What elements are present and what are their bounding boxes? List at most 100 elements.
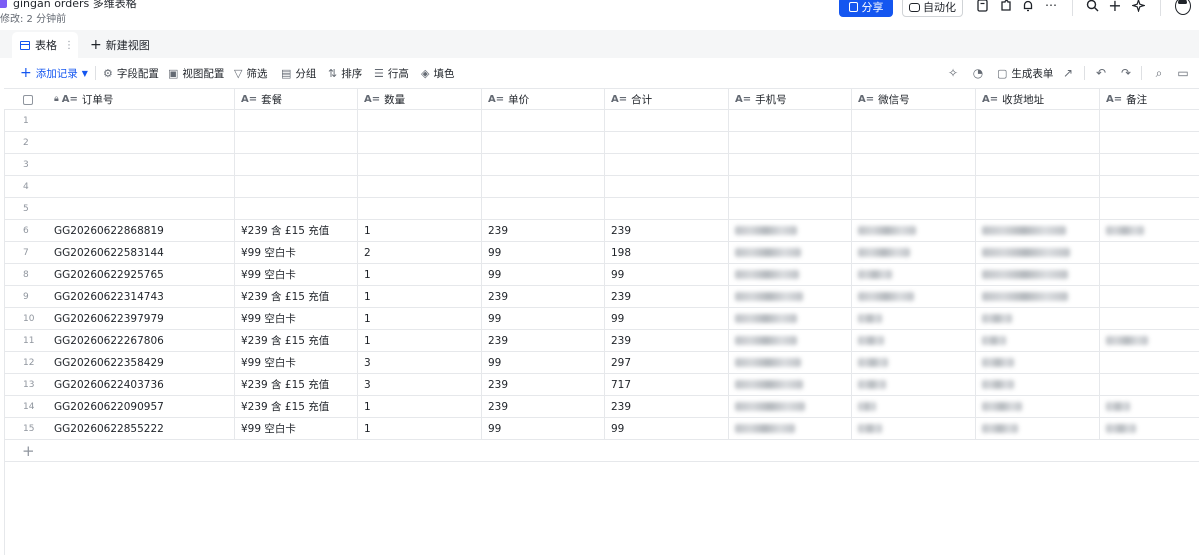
cell-total[interactable]	[605, 154, 729, 175]
cell-wechat[interactable]	[852, 286, 976, 307]
cell-phone[interactable]	[729, 132, 852, 153]
add-icon[interactable]: +	[1108, 0, 1122, 15]
cell-address[interactable]	[976, 242, 1100, 263]
comment-icon[interactable]: ▭	[1176, 66, 1190, 80]
cell-order[interactable]: GG20260622267806	[48, 330, 235, 351]
new-view-button[interactable]: + 新建视图	[90, 37, 150, 53]
cell-total[interactable]: 99	[605, 418, 729, 439]
search-icon[interactable]	[1085, 0, 1099, 12]
cell-order[interactable]: GG20260622397979	[48, 308, 235, 329]
cell-address[interactable]	[976, 286, 1100, 307]
table-row[interactable]: 9 GG20260622314743 ¥239 含 £15 充值 1 239 239	[4, 286, 1199, 308]
table-row[interactable]: 12 GG20260622358429 ¥99 空白卡 3 99 297	[4, 352, 1199, 374]
cell-notes[interactable]	[1100, 396, 1199, 417]
table-row[interactable]: 14 GG20260622090957 ¥239 含 £15 充值 1 239 239	[4, 396, 1199, 418]
cell-address[interactable]	[976, 352, 1100, 373]
cell-total[interactable]	[605, 198, 729, 219]
cell-total[interactable]: 239	[605, 396, 729, 417]
cell-phone[interactable]	[729, 418, 852, 439]
table-row[interactable]: 4	[4, 176, 1199, 198]
notification-bell-icon[interactable]	[1021, 0, 1035, 12]
cell-address[interactable]	[976, 418, 1100, 439]
cell-package[interactable]: ¥239 含 £15 充值	[235, 396, 358, 417]
cell-unit-price[interactable]: 239	[482, 286, 605, 307]
table-row[interactable]: 6 GG20260622868819 ¥239 含 £15 充值 1 239 239	[4, 220, 1199, 242]
cell-notes[interactable]	[1100, 110, 1199, 131]
cell-unit-price[interactable]: 239	[482, 330, 605, 351]
cell-unit-price[interactable]	[482, 132, 605, 153]
cell-unit-price[interactable]	[482, 154, 605, 175]
table-row[interactable]: 5	[4, 198, 1199, 220]
more-icon[interactable]: ⋯	[1044, 0, 1058, 12]
cell-total[interactable]: 239	[605, 330, 729, 351]
cell-unit-price[interactable]	[482, 110, 605, 131]
cell-phone[interactable]	[729, 242, 852, 263]
cell-unit-price[interactable]: 99	[482, 308, 605, 329]
table-row[interactable]: 3	[4, 154, 1199, 176]
cell-order[interactable]: GG20260622855222	[48, 418, 235, 439]
cell-quantity[interactable]	[358, 110, 482, 131]
group-button[interactable]: ▤ 分组	[281, 66, 316, 80]
cell-address[interactable]	[976, 110, 1100, 131]
history-icon[interactable]: ◔	[971, 66, 985, 80]
cell-wechat[interactable]	[852, 242, 976, 263]
cell-quantity[interactable]	[358, 198, 482, 219]
cell-phone[interactable]	[729, 396, 852, 417]
cell-package[interactable]: ¥99 空白卡	[235, 352, 358, 373]
sort-button[interactable]: ⇅ 排序	[328, 66, 362, 80]
table-row[interactable]: 2	[4, 132, 1199, 154]
cell-quantity[interactable]: 1	[358, 330, 482, 351]
cell-notes[interactable]	[1100, 330, 1199, 351]
cell-wechat[interactable]	[852, 154, 976, 175]
plugin-icon[interactable]	[999, 0, 1013, 12]
cell-wechat[interactable]	[852, 198, 976, 219]
generate-form-button[interactable]: ▢ 生成表单	[997, 66, 1053, 80]
cell-quantity[interactable]	[358, 132, 482, 153]
cell-notes[interactable]	[1100, 264, 1199, 285]
cell-address[interactable]	[976, 198, 1100, 219]
automation-button[interactable]: 自动化	[902, 0, 963, 17]
cell-total[interactable]: 239	[605, 220, 729, 241]
cell-order[interactable]: GG20260622925765	[48, 264, 235, 285]
cell-quantity[interactable]: 3	[358, 352, 482, 373]
ai-sparkle-icon[interactable]	[1131, 0, 1145, 12]
cell-quantity[interactable]: 1	[358, 264, 482, 285]
cell-order[interactable]: GG20260622314743	[48, 286, 235, 307]
column-header-phone[interactable]: A= 手机号	[729, 89, 852, 109]
cell-phone[interactable]	[729, 308, 852, 329]
cell-unit-price[interactable]	[482, 176, 605, 197]
cell-order[interactable]	[48, 198, 235, 219]
cell-phone[interactable]	[729, 198, 852, 219]
cell-quantity[interactable]: 1	[358, 286, 482, 307]
cell-notes[interactable]	[1100, 308, 1199, 329]
table-row[interactable]: 13 GG20260622403736 ¥239 含 £15 充值 3 239 717	[4, 374, 1199, 396]
cell-phone[interactable]	[729, 374, 852, 395]
cell-unit-price[interactable]	[482, 198, 605, 219]
table-row[interactable]: 11 GG20260622267806 ¥239 含 £15 充值 1 239 239	[4, 330, 1199, 352]
table-row[interactable]: 15 GG20260622855222 ¥99 空白卡 1 99 99	[4, 418, 1199, 440]
pin-icon[interactable]: ⊹	[126, 0, 135, 9]
ai-assistant-icon[interactable]: ✧	[946, 66, 960, 80]
cell-unit-price[interactable]: 99	[482, 352, 605, 373]
cell-package[interactable]	[235, 110, 358, 131]
cell-phone[interactable]	[729, 110, 852, 131]
add-row-button[interactable]: +	[4, 440, 1199, 462]
cell-phone[interactable]	[729, 352, 852, 373]
cell-order[interactable]	[48, 110, 235, 131]
cell-unit-price[interactable]: 239	[482, 396, 605, 417]
cell-notes[interactable]	[1100, 286, 1199, 307]
cell-wechat[interactable]	[852, 396, 976, 417]
cell-notes[interactable]	[1100, 220, 1199, 241]
table-row[interactable]: 7 GG20260622583144 ¥99 空白卡 2 99 198	[4, 242, 1199, 264]
cell-order[interactable]: GG20260622090957	[48, 396, 235, 417]
column-header-notes[interactable]: A= 备注	[1100, 89, 1199, 109]
cell-package[interactable]	[235, 198, 358, 219]
cell-wechat[interactable]	[852, 308, 976, 329]
select-all-checkbox[interactable]	[23, 95, 33, 105]
cell-order[interactable]: GG20260622403736	[48, 374, 235, 395]
field-config-button[interactable]: ⚙ 字段配置	[103, 66, 159, 80]
cell-wechat[interactable]	[852, 132, 976, 153]
tab-grid-view[interactable]: 表格 ⋮	[12, 32, 78, 58]
cell-quantity[interactable]: 2	[358, 242, 482, 263]
cell-quantity[interactable]: 1	[358, 396, 482, 417]
